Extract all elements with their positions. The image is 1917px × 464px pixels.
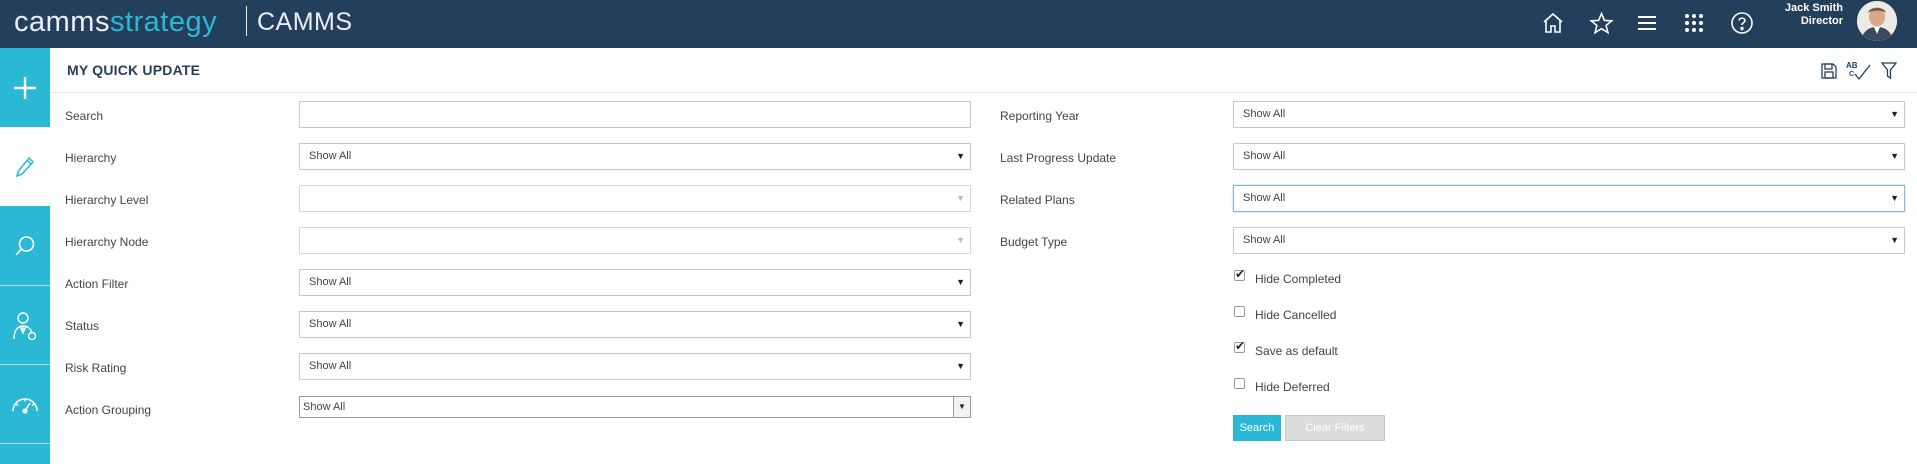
reporting-year-label: Reporting Year (1000, 109, 1080, 123)
help-icon[interactable] (1725, 6, 1759, 40)
reporting-year-value: Show All (1243, 108, 1286, 120)
search-icon (15, 235, 35, 256)
action-grouping-label: Action Grouping (65, 403, 152, 417)
apps-grid-icon[interactable] (1677, 6, 1711, 40)
brand-part2: strategy (109, 5, 218, 38)
last-progress-dropdown[interactable]: Show All ▼ (1233, 143, 1905, 170)
budget-type-value: Show All (1243, 234, 1286, 246)
app-name: CAMMS (257, 8, 353, 36)
hide-cancelled-checkbox[interactable]: ✔ (1234, 306, 1245, 317)
risk-rating-label: Risk Rating (65, 361, 127, 375)
action-filter-dropdown[interactable]: Show All ▼ (299, 269, 971, 296)
check-icon: ✔ (1235, 267, 1246, 281)
hierarchy-dropdown[interactable]: Show All ▼ (299, 143, 971, 170)
save-default-label: Save as default (1255, 344, 1338, 358)
add-icon (14, 76, 36, 99)
hide-deferred-label: Hide Deferred (1255, 380, 1330, 394)
last-progress-label: Last Progress Update (1000, 151, 1117, 165)
brand-logo[interactable]: camms strategy (14, 4, 217, 40)
main-content: MY QUICK UPDATE AB C Search Hierarchy Sho… (50, 48, 1917, 464)
hierarchy-node-label: Hierarchy Node (65, 235, 149, 249)
sidebar-item-add[interactable] (0, 48, 50, 127)
brand-part1: camms (14, 5, 110, 38)
chevron-down-icon: ▼ (1890, 151, 1899, 161)
related-plans-label: Related Plans (1000, 193, 1075, 207)
svg-text:AB: AB (1846, 61, 1858, 70)
action-filter-label: Action Filter (65, 277, 129, 291)
related-plans-value: Show All (1243, 192, 1286, 204)
status-dropdown[interactable]: Show All ▼ (299, 311, 971, 338)
star-icon[interactable] (1584, 6, 1618, 40)
pencil-icon (15, 156, 35, 177)
top-header: camms strategy CAMMS Jack Smith Director (0, 0, 1917, 48)
page-title: MY QUICK UPDATE (67, 62, 201, 78)
sidebar-item-stakeholders[interactable] (0, 286, 50, 365)
spellcheck-icon[interactable]: AB C (1844, 59, 1874, 83)
user-role: Director (1800, 15, 1843, 27)
chevron-down-icon: ▼ (956, 319, 965, 329)
reporting-year-dropdown[interactable]: Show All ▼ (1233, 101, 1905, 128)
chevron-down-icon: ▼ (1890, 109, 1899, 119)
chevron-down-icon: ▼ (956, 235, 965, 245)
budget-type-dropdown[interactable]: Show All ▼ (1233, 227, 1905, 254)
chevron-down-icon: ▼ (956, 361, 965, 371)
chevron-down-icon: ▼ (1890, 193, 1899, 203)
hide-cancelled-label: Hide Cancelled (1255, 308, 1337, 322)
action-grouping-value: Show All (303, 401, 346, 413)
hierarchy-level-label: Hierarchy Level (65, 193, 149, 207)
status-value: Show All (309, 318, 352, 330)
sidebar-item-search[interactable] (0, 206, 50, 285)
clear-filters-button[interactable]: Clear Filters (1285, 415, 1385, 441)
hide-completed-checkbox[interactable]: ✔ (1234, 267, 1246, 281)
hierarchy-node-dropdown[interactable]: ▼ (299, 227, 971, 254)
brand-divider (246, 6, 247, 36)
title-divider (50, 92, 1917, 93)
chevron-down-icon: ▼ (956, 277, 965, 287)
save-default-checkbox[interactable]: ✔ (1234, 339, 1246, 353)
save-icon[interactable] (1817, 59, 1841, 83)
related-plans-dropdown[interactable]: Show All ▼ (1233, 185, 1905, 212)
chevron-down-icon: ▼ (1890, 235, 1899, 245)
budget-type-label: Budget Type (1000, 235, 1068, 249)
sidebar-item-dashboard[interactable] (0, 365, 50, 444)
risk-rating-dropdown[interactable]: Show All ▼ (299, 353, 971, 380)
sidebar-divider (0, 443, 50, 444)
avatar[interactable] (1857, 1, 1897, 41)
user-info[interactable]: Jack Smith Director (1785, 2, 1843, 28)
last-progress-value: Show All (1243, 150, 1286, 162)
home-icon[interactable] (1536, 6, 1570, 40)
chevron-down-icon: ▼ (956, 151, 965, 161)
hide-deferred-checkbox[interactable]: ✔ (1234, 378, 1245, 389)
stakeholder-icon (13, 311, 37, 340)
check-icon: ✔ (1235, 339, 1246, 353)
filter-icon[interactable] (1877, 59, 1901, 83)
sidebar-item-edit[interactable] (0, 127, 50, 206)
hierarchy-level-dropdown[interactable]: ▼ (299, 185, 971, 212)
hierarchy-value: Show All (309, 150, 352, 162)
hierarchy-label: Hierarchy (65, 151, 117, 165)
search-button[interactable]: Search (1233, 415, 1281, 441)
gauge-icon (12, 397, 38, 414)
search-label: Search (65, 109, 104, 123)
left-sidebar (0, 48, 50, 464)
risk-rating-value: Show All (309, 360, 352, 372)
search-input[interactable] (299, 101, 971, 128)
action-filter-value: Show All (309, 276, 352, 288)
action-grouping-dropdown[interactable]: Show All ▼ (299, 396, 971, 418)
status-label: Status (65, 319, 100, 333)
hide-completed-label: Hide Completed (1255, 272, 1342, 286)
menu-icon[interactable] (1630, 6, 1664, 40)
svg-text:C: C (1849, 71, 1854, 78)
user-name: Jack Smith (1784, 2, 1843, 14)
chevron-down-icon: ▼ (953, 397, 970, 417)
chevron-down-icon: ▼ (956, 193, 965, 203)
